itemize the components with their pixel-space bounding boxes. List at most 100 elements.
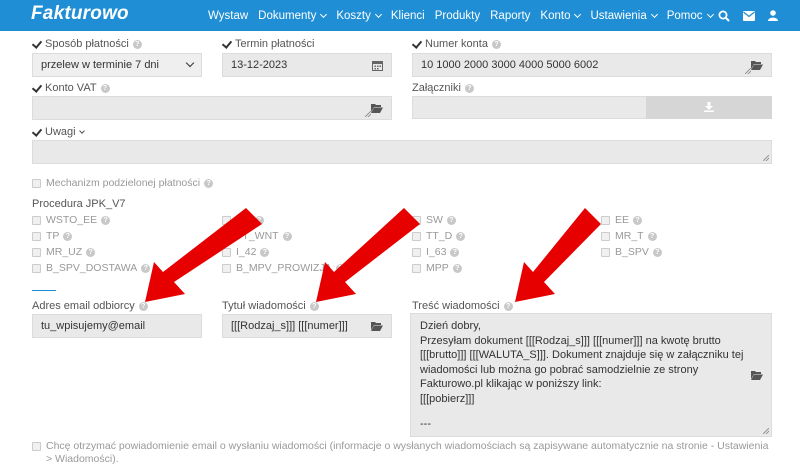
chevron-down-icon (574, 10, 582, 18)
help-icon[interactable]: ? (464, 83, 474, 93)
jpk-checkbox[interactable]: WSTO_EE? (32, 214, 111, 226)
help-icon[interactable]: ? (254, 215, 264, 225)
help-icon[interactable]: ? (100, 83, 110, 93)
help-icon[interactable]: ? (456, 231, 466, 241)
folder-open-icon[interactable] (371, 321, 383, 331)
mail-icon[interactable] (743, 10, 755, 21)
app-logo[interactable]: Fakturowo (31, 3, 129, 25)
help-icon[interactable]: ? (633, 215, 643, 225)
split-payment-checkbox[interactable]: Mechanizm podzielonej płatności? (32, 177, 214, 189)
label-text: Adres email odbiorcy (32, 300, 135, 312)
notify-checkbox[interactable]: Chcę otrzymać powiadomienie email o wysł… (32, 440, 772, 466)
checkbox-label: MR_T (615, 230, 644, 242)
nav-item-raporty[interactable]: Raporty (490, 10, 530, 22)
payment-method-select[interactable]: przelew w terminie 7 dni (32, 53, 202, 77)
nav-item-label: Raporty (490, 9, 531, 22)
nav-item-label: Ustawienia (590, 9, 647, 22)
jpk-checkbox[interactable]: B_SPV? (601, 246, 662, 258)
help-icon[interactable]: ? (452, 263, 462, 273)
arrow-icon (316, 208, 420, 302)
jpk-checkbox[interactable]: I_42? (222, 246, 270, 258)
checkmark-icon (32, 40, 41, 49)
jpk-checkbox[interactable]: EE? (601, 214, 643, 226)
help-icon[interactable]: ? (141, 263, 151, 273)
help-icon[interactable]: ? (450, 247, 460, 257)
jpk-checkbox[interactable]: SW? (412, 214, 456, 226)
section-divider (32, 290, 56, 291)
jpk-checkbox[interactable]: I_63? (412, 246, 460, 258)
help-icon[interactable]: ? (86, 247, 96, 257)
calendar-icon[interactable] (372, 60, 383, 71)
checkbox-label: TT_WNT (236, 230, 279, 242)
checkmark-icon (32, 128, 41, 137)
label-text: Procedura JPK_V7 (32, 198, 126, 210)
nav-item-konto[interactable]: Konto (540, 9, 582, 22)
nav-item-produkty[interactable]: Produkty (435, 10, 480, 22)
resize-handle[interactable] (763, 155, 769, 161)
help-icon[interactable]: ? (491, 39, 501, 49)
label-text: Numer konta (425, 38, 488, 50)
nav-item-koszty[interactable]: Koszty (336, 10, 382, 22)
folder-open-icon[interactable] (751, 370, 763, 380)
resize-handle[interactable] (763, 428, 769, 434)
nav-item-klienci[interactable]: Klienci (391, 10, 425, 22)
notes-textarea[interactable] (32, 140, 772, 164)
help-icon[interactable]: ? (260, 247, 270, 257)
help-icon[interactable]: ? (309, 301, 319, 311)
checkbox-label: WSTO_EE (46, 214, 98, 226)
checkbox-box (32, 215, 41, 225)
jpk-checkbox[interactable]: TT_WNT? (222, 230, 292, 242)
email-address-input[interactable]: tu_wpisujemy@email (32, 314, 202, 338)
email-body-textarea[interactable]: Dzień dobry, Przesyłam dokument [[[Rodza… (410, 313, 772, 437)
email-subject-input[interactable]: [[[Rodzaj_s]]] [[[numer]]] (222, 314, 392, 338)
search-icon[interactable] (718, 10, 730, 22)
nav-item-label: Konto (540, 9, 571, 22)
body-line: Dzień dobry, (420, 320, 481, 332)
body-line: wiadomości lub można go pobrać samodziel… (420, 363, 699, 376)
checkbox-label: EE (615, 214, 630, 226)
input-value: tu_wpisujemy@email (41, 320, 146, 332)
folder-open-icon[interactable] (751, 60, 763, 70)
nav-item-pomoc[interactable]: Pomoc (667, 10, 714, 22)
checkbox-box (222, 263, 231, 273)
nav-item-label: Klienci (390, 9, 425, 22)
nav-item-ustawienia[interactable]: Ustawienia (590, 9, 658, 22)
help-icon[interactable]: ? (647, 231, 657, 241)
upload-button[interactable] (646, 96, 772, 119)
help-icon[interactable]: ? (138, 301, 148, 311)
vat-account-input[interactable] (32, 96, 392, 120)
help-icon[interactable]: ? (101, 215, 111, 225)
checkbox-label: I_63 (426, 246, 447, 258)
user-icon[interactable] (768, 10, 778, 21)
help-icon[interactable]: ? (652, 247, 662, 257)
jpk-checkbox[interactable]: TP? (32, 230, 73, 242)
jpk-checkbox[interactable]: TT_D? (412, 230, 466, 242)
nav-item-wystaw[interactable]: Wystaw (208, 10, 248, 22)
help-icon[interactable]: ? (63, 231, 73, 241)
help-icon[interactable]: ? (503, 301, 513, 311)
jpk-checkbox[interactable]: B_SPV_DOSTAWA? (32, 262, 151, 274)
help-icon[interactable]: ? (446, 215, 456, 225)
nav-item-dokumenty[interactable]: Dokumenty (258, 10, 328, 22)
chevron-down-icon (706, 10, 714, 18)
account-number-input[interactable]: 10 1000 2000 3000 4000 5000 6002 (412, 53, 772, 77)
help-icon[interactable]: ? (282, 231, 292, 241)
jpk-checkbox[interactable]: MR_T? (601, 230, 657, 242)
help-icon[interactable]: ? (335, 263, 345, 273)
jpk-checkbox[interactable]: MR_UZ? (32, 246, 96, 258)
checkbox-box (412, 231, 421, 241)
help-icon[interactable]: ? (204, 178, 214, 188)
attachments-input[interactable] (412, 96, 648, 119)
folder-open-icon[interactable] (371, 103, 383, 113)
jpk-checkbox[interactable]: B_MPV_PROWIZJA? (222, 262, 345, 274)
top-navbar: Fakturowo Wystaw Dokumenty Koszty Klienc… (0, 0, 800, 31)
help-icon[interactable]: ? (132, 39, 142, 49)
select-value: przelew w terminie 7 dni (41, 59, 159, 71)
payment-term-input[interactable]: 13-12-2023 (222, 53, 392, 77)
jpk-checkbox[interactable]: ED? (222, 214, 264, 226)
jpk-checkbox[interactable]: MPP? (412, 262, 462, 274)
checkbox-label: B_MPV_PROWIZJA (236, 262, 332, 274)
notes-label[interactable]: Uwagi (32, 126, 85, 138)
chevron-down-icon (320, 10, 328, 18)
label-text: Sposób płatności (45, 38, 129, 50)
